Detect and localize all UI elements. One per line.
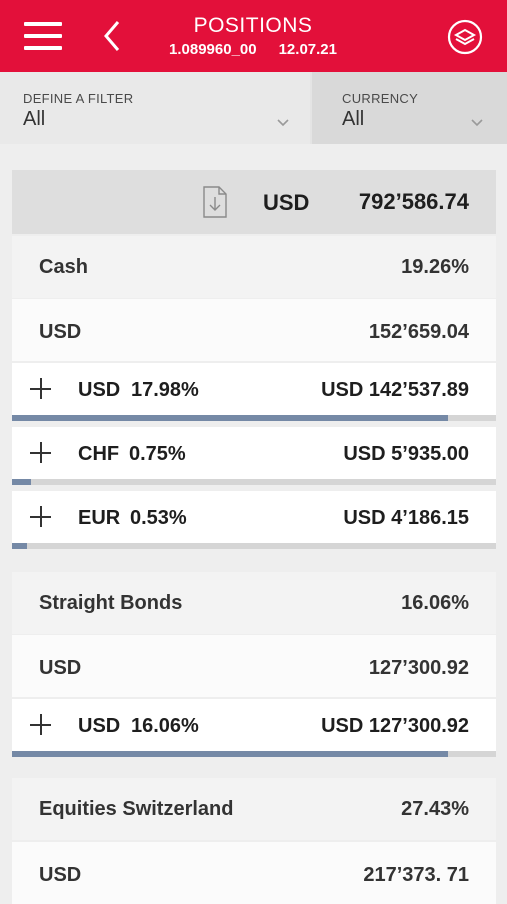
position-currency: USD — [78, 715, 121, 737]
header-bar: POSITIONS 1.089960_00 12.07.21 — [0, 0, 507, 72]
category-row-cash[interactable]: Cash 19.26% — [12, 236, 496, 298]
total-amount: 792’586.74 — [358, 189, 469, 214]
category-name: Cash — [39, 256, 88, 278]
currency-label: CURRENCY — [342, 91, 419, 106]
filter-dropdown[interactable]: DEFINE A FILTER All — [0, 72, 310, 144]
category-percent: 19.26% — [401, 256, 469, 278]
chevron-down-icon — [471, 119, 483, 127]
position-percent: 0.75% — [129, 443, 186, 465]
category-row-equities-switzerland[interactable]: Equities Switzerland 27.43% — [12, 778, 496, 840]
total-row: USD 792’586.74 — [12, 170, 496, 234]
plus-icon[interactable] — [30, 506, 52, 528]
allocation-bar — [12, 543, 496, 549]
currency-value: All — [342, 108, 365, 130]
position-percent: 17.98% — [131, 379, 199, 401]
document-download-icon[interactable] — [203, 186, 227, 218]
settings-circle-icon — [447, 19, 483, 55]
position-currency: CHF — [78, 443, 120, 465]
settings-button[interactable] — [447, 19, 483, 55]
plus-icon[interactable] — [30, 714, 52, 736]
position-currency: USD — [78, 379, 121, 401]
filter-label: DEFINE A FILTER — [23, 91, 134, 106]
position-percent: 16.06% — [131, 715, 199, 737]
allocation-bar-fill — [12, 751, 448, 757]
position-amount: USD 4’186.15 — [343, 507, 469, 529]
chevron-down-icon — [277, 119, 289, 127]
filter-bar: DEFINE A FILTER All CURRENCY All — [0, 72, 507, 144]
category-currency-row: USD 127’300.92 — [12, 635, 496, 697]
chevron-left-icon — [104, 21, 120, 51]
plus-icon[interactable] — [30, 378, 52, 400]
position-row[interactable]: CHF 0.75% USD 5’935.00 — [12, 427, 496, 485]
category-percent: 27.43% — [401, 798, 469, 820]
category-currency: USD — [39, 657, 82, 679]
category-amount: 127’300.92 — [368, 657, 469, 679]
category-currency-row: USD 217’373. 71 — [12, 842, 496, 904]
category-currency-row: USD 152’659.04 — [12, 299, 496, 361]
category-amount: 217’373. 71 — [363, 864, 469, 886]
position-currency: EUR — [78, 507, 121, 529]
position-amount: USD 127’300.92 — [321, 715, 469, 737]
back-button[interactable] — [98, 18, 128, 54]
currency-dropdown[interactable]: CURRENCY All — [312, 72, 507, 144]
position-row[interactable]: USD 17.98% USD 142’537.89 — [12, 363, 496, 421]
hamburger-icon — [24, 22, 62, 26]
page-title: POSITIONS — [193, 14, 313, 37]
position-percent: 0.53% — [130, 507, 187, 529]
category-currency: USD — [39, 321, 82, 343]
category-name: Equities Switzerland — [39, 798, 234, 820]
filter-value: All — [23, 108, 46, 130]
allocation-bar — [12, 751, 496, 757]
position-row[interactable]: EUR 0.53% USD 4’186.15 — [12, 491, 496, 549]
allocation-bar-fill — [12, 543, 27, 549]
position-amount: USD 5’935.00 — [343, 443, 469, 465]
allocation-bar-fill — [12, 479, 32, 485]
category-amount: 152’659.04 — [368, 321, 469, 343]
allocation-bar — [12, 415, 496, 421]
portfolio-id: 1.089960_00 — [169, 41, 257, 58]
plus-icon[interactable] — [30, 442, 52, 464]
allocation-bar — [12, 479, 496, 485]
category-percent: 16.06% — [401, 592, 469, 614]
position-amount: USD 142’537.89 — [321, 379, 469, 401]
category-name: Straight Bonds — [39, 592, 183, 614]
position-row[interactable]: USD 16.06% USD 127’300.92 — [12, 699, 496, 757]
category-currency: USD — [39, 864, 82, 886]
allocation-bar-fill — [12, 415, 448, 421]
page-subtitle: 1.089960_00 12.07.21 — [140, 41, 366, 58]
menu-button[interactable] — [24, 20, 62, 52]
category-row-straight-bonds[interactable]: Straight Bonds 16.06% — [12, 572, 496, 634]
portfolio-date: 12.07.21 — [278, 41, 337, 58]
positions-list[interactable]: USD 792’586.74 Cash 19.26% USD 152’659.0… — [0, 144, 507, 904]
total-currency: USD — [263, 190, 310, 215]
